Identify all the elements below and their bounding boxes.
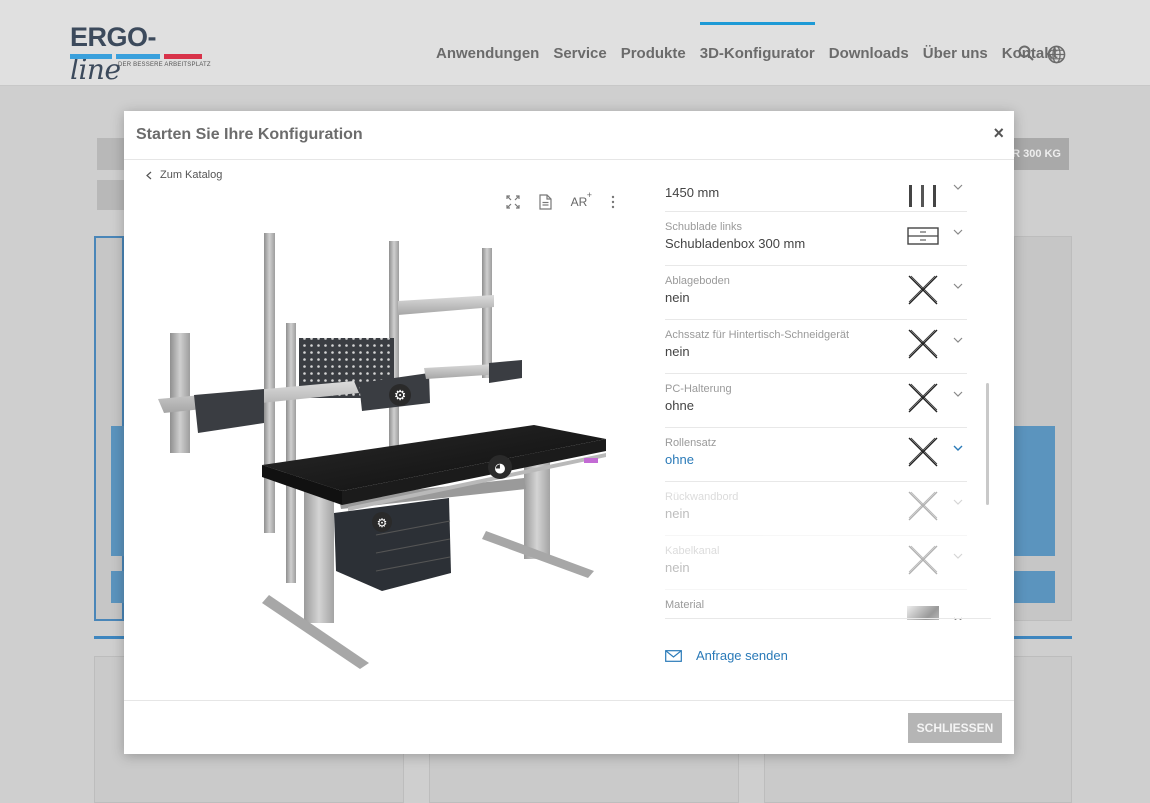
gear-glyph: ⚙ [377, 516, 388, 530]
bg-divider [1014, 636, 1072, 639]
modal-footer: SCHLIESSEN [124, 700, 1014, 754]
bg-block [97, 180, 127, 210]
ar-icon[interactable]: AR + [568, 190, 592, 211]
drawer-unit [334, 498, 451, 591]
handset-control [584, 458, 598, 463]
option-row[interactable]: Ablageboden nein [665, 266, 967, 320]
fullscreen-icon[interactable] [504, 193, 522, 211]
logo-word: ERGO- [70, 22, 157, 52]
chevron-down-icon [953, 386, 963, 400]
cross-icon [908, 545, 938, 575]
send-inquiry-link[interactable]: Anfrage senden [665, 648, 788, 663]
chevron-down-icon [953, 332, 963, 346]
option-label: Rückwandbord [665, 491, 739, 503]
logo-bar-blue [70, 54, 112, 59]
uprights-thumbnail [909, 185, 936, 207]
bg-weight-tag: R 300 KG [1006, 138, 1069, 170]
option-row[interactable]: Achssatz für Hintertisch-Schneidgerät ne… [665, 320, 967, 374]
option-row[interactable]: PC-Halterung ohne [665, 374, 967, 428]
option-row[interactable]: Kabelkanal nein [665, 536, 967, 590]
options-divider [665, 618, 991, 619]
chevron-down-icon [953, 278, 963, 292]
option-label: Schublade links [665, 221, 743, 233]
nav-3d-konfigurator[interactable]: 3D-Konfigurator [699, 22, 815, 62]
palette-glyph: ◕ [494, 461, 505, 476]
logo-tagline: DER BESSERE ARBEITSPLATZ [118, 62, 211, 68]
search-icon[interactable] [1018, 45, 1034, 66]
chevron-down-icon [953, 179, 963, 193]
back-to-catalog-link[interactable]: Zum Katalog [146, 169, 222, 181]
cross-icon [908, 275, 938, 305]
bg-blue-panel [1014, 426, 1055, 556]
option-label: Material [665, 599, 705, 611]
site-header: ERGO-line DER BESSERE ARBEITSPLATZ Anwen… [0, 0, 1150, 86]
logo-bar-red [164, 54, 202, 59]
option-label: Achssatz für Hintertisch-Schneidgerät [665, 329, 850, 341]
nav-produkte[interactable]: Produkte [621, 45, 686, 62]
gear-glyph: ⚙ [394, 388, 407, 404]
options-list: 1450 mm Schublade links Schubladenbox 30… [665, 171, 969, 620]
option-value: nein [665, 506, 690, 521]
option-label: Rollensatz [665, 437, 717, 449]
option-value: nein [665, 344, 690, 359]
option-value: nein [665, 290, 690, 305]
ar-label: AR [570, 195, 588, 209]
close-button[interactable]: SCHLIESSEN [908, 713, 1002, 743]
option-row[interactable]: Rückwandbord nein [665, 482, 967, 536]
option-label: Ablageboden [665, 275, 730, 287]
close-icon[interactable]: × [993, 123, 1004, 144]
chevron-down-icon [953, 548, 963, 562]
nav-ueber-uns[interactable]: Über uns [923, 45, 988, 62]
cross-icon [908, 491, 938, 521]
ergo-line-logo[interactable]: ERGO-line DER BESSERE ARBEITSPLATZ [70, 16, 211, 86]
option-label: PC-Halterung [665, 383, 732, 395]
chevron-down-icon [953, 440, 963, 454]
globe-icon[interactable] [1047, 45, 1066, 69]
option-value: Schubladenbox 300 mm [665, 236, 806, 251]
cross-icon [908, 329, 938, 359]
chevron-down-icon [953, 494, 963, 508]
mail-icon [665, 649, 682, 662]
back-link-label: Zum Katalog [160, 169, 223, 181]
options-scrollbar[interactable] [986, 383, 989, 505]
nav-service[interactable]: Service [553, 45, 606, 62]
option-row-active[interactable]: Rollensatz ohne [665, 428, 967, 482]
logo-bar-blue-2 [116, 54, 160, 59]
option-row[interactable]: Material [665, 590, 967, 620]
bg-blue-panel [111, 571, 124, 603]
bg-blue-panel [1014, 571, 1055, 603]
more-icon[interactable] [604, 193, 622, 211]
send-inquiry-label: Anfrage senden [696, 648, 788, 663]
drawer-thumbnail [907, 227, 939, 245]
option-row[interactable]: Schublade links Schubladenbox 300 mm [665, 212, 967, 266]
viewer-toolbar: AR + [504, 190, 622, 211]
option-value: ohne [665, 452, 694, 467]
main-nav: Anwendungen Service Produkte 3D-Konfigur… [436, 22, 1072, 62]
chevron-down-icon [953, 224, 963, 238]
nav-downloads[interactable]: Downloads [829, 45, 909, 62]
option-label: Kabelkanal [665, 545, 720, 557]
workbench-3d-viewer[interactable]: ⚙ ◕ ⚙ [154, 223, 634, 683]
nav-anwendungen[interactable]: Anwendungen [436, 45, 539, 62]
option-row[interactable]: 1450 mm [665, 171, 967, 212]
upper-shelf [398, 295, 494, 315]
configurator-modal: Starten Sie Ihre Konfiguration × Zum Kat… [124, 111, 1014, 754]
plus-icon: + [586, 190, 592, 200]
bg-blue-panel [111, 426, 124, 556]
modal-header: Starten Sie Ihre Konfiguration × [124, 111, 1014, 160]
document-icon[interactable] [536, 193, 554, 211]
option-value: ohne [665, 398, 694, 413]
option-value: 1450 mm [665, 185, 720, 200]
bg-block [97, 138, 127, 170]
cross-icon [908, 437, 938, 467]
cross-icon [908, 383, 938, 413]
modal-title: Starten Sie Ihre Konfiguration [136, 126, 363, 143]
right-shelf [424, 360, 522, 383]
chevron-left-icon [146, 171, 152, 179]
bg-divider [94, 636, 124, 639]
option-value: nein [665, 560, 690, 575]
